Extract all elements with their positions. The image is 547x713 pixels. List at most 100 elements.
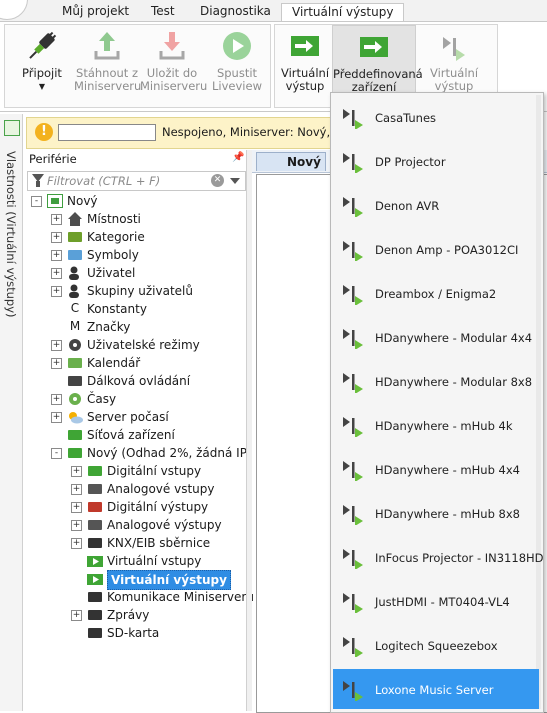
virtual-output-button[interactable]: Virtuální výstup: [278, 25, 332, 93]
device-output-icon: [341, 633, 369, 658]
expand-icon[interactable]: +: [51, 214, 62, 225]
predefined-device-label: HDanywhere - Modular 8x8: [375, 375, 533, 389]
tree-item[interactable]: + Analogové vstupy: [27, 480, 245, 498]
predefined-device-item[interactable]: HDanywhere - Modular 8x8: [333, 361, 539, 401]
virtual-output-icon: [87, 572, 103, 586]
pin-icon[interactable]: 📌: [232, 152, 244, 163]
document-tab[interactable]: Nový: [256, 152, 326, 171]
expand-icon[interactable]: +: [51, 358, 62, 369]
collapse-icon[interactable]: -: [51, 448, 62, 459]
predefined-devices-menu: CasaTunes DP Projector Denon AVR Denon Amp …: [330, 92, 544, 713]
predefined-device-item[interactable]: Loxone Music Server: [333, 669, 539, 709]
predefined-device-item[interactable]: Denon Amp - POA3012CI: [333, 229, 539, 269]
remote-icon: [67, 374, 83, 388]
letter-m-icon: M: [69, 319, 81, 333]
tree-item-label: Nový (Odhad 2%, žádná IP): [87, 446, 252, 460]
predefined-device-item[interactable]: Denon AVR: [333, 185, 539, 225]
expand-icon[interactable]: +: [51, 250, 62, 261]
tree-item[interactable]: + KNX/EIB sběrnice: [27, 534, 245, 552]
predefined-devices-button[interactable]: Předdefinovaná zařízení: [332, 25, 423, 97]
filter-icon-stem: [36, 181, 40, 187]
panel-splitter[interactable]: [246, 150, 252, 711]
tree-item[interactable]: + Kategorie: [27, 228, 245, 246]
predefined-device-item[interactable]: JustHDMI - MT0404-VL4: [333, 581, 539, 621]
predefined-device-label: DP Projector: [375, 155, 446, 169]
expand-icon[interactable]: +: [71, 520, 82, 531]
tree-item[interactable]: Síťová zařízení: [27, 426, 245, 444]
predefined-device-item[interactable]: HDanywhere - mHub 8x8: [333, 493, 539, 533]
tree-item[interactable]: + Kalendář: [27, 354, 245, 372]
filter-input[interactable]: Filtrovat (CTRL + F): [47, 174, 160, 188]
tree-item[interactable]: + Zprávy: [27, 606, 245, 624]
expand-icon[interactable]: +: [71, 502, 82, 513]
tree-item[interactable]: + Uživatelské režimy: [27, 336, 245, 354]
expand-icon[interactable]: +: [51, 394, 62, 405]
tree-item[interactable]: SD-karta: [27, 624, 245, 642]
expand-icon[interactable]: +: [71, 538, 82, 549]
expand-icon[interactable]: +: [71, 610, 82, 621]
tab-virtual-outputs[interactable]: Virtuální výstupy: [281, 3, 405, 23]
chevron-down-icon: ▼: [38, 82, 46, 91]
tree-item[interactable]: + Místnosti: [27, 210, 245, 228]
start-liveview-button[interactable]: Spustit Liveview: [206, 25, 268, 93]
tree-item[interactable]: + Symboly: [27, 246, 245, 264]
tree-item[interactable]: + Uživatel: [27, 264, 245, 282]
tree-item[interactable]: - Nový: [27, 192, 245, 210]
expand-icon[interactable]: +: [71, 466, 82, 477]
tree-item[interactable]: + Digitální vstupy: [27, 462, 245, 480]
tree-item[interactable]: Dálková ovládání: [27, 372, 245, 390]
predefined-device-item[interactable]: InFocus Projector - IN3118HD: [333, 537, 544, 577]
predefined-device-item[interactable]: Logitech Squeezebox: [333, 625, 539, 665]
tree-item-label: Konstanty: [87, 302, 147, 316]
tree-item[interactable]: C Konstanty: [27, 300, 245, 318]
properties-icon: [4, 120, 20, 136]
predefined-device-item[interactable]: HDanywhere - mHub 4x4: [333, 449, 539, 489]
expand-icon[interactable]: +: [51, 340, 62, 351]
predefined-device-item[interactable]: HDanywhere - mHub 4k: [333, 405, 539, 445]
save-to-miniserver-button[interactable]: Uložit do Miniserveru: [140, 25, 207, 93]
tree-item-label: Virtuální vstupy: [107, 554, 202, 568]
chevron-down-icon[interactable]: [230, 178, 240, 184]
device-output-icon: [341, 545, 369, 570]
miniserver-icon: [67, 446, 83, 460]
tree-item[interactable]: + Časy: [27, 390, 245, 408]
digital-input-icon: [87, 464, 103, 478]
device-output-icon: [341, 105, 369, 130]
tab-test[interactable]: Test: [141, 3, 185, 22]
predefined-device-label: CasaTunes: [375, 111, 437, 125]
predefined-device-item[interactable]: DP Projector: [333, 141, 539, 181]
tree-item[interactable]: Virtuální výstupy: [27, 570, 245, 590]
properties-panel-label[interactable]: Vlastnosti (Virtuální výstupy): [4, 151, 18, 327]
expand-icon[interactable]: +: [71, 484, 82, 495]
clear-filter-icon[interactable]: ✕: [211, 174, 224, 187]
download-icon: [90, 29, 124, 63]
download-from-miniserver-button[interactable]: Stáhnout z Miniserveru: [74, 25, 141, 93]
device-output-icon: [341, 501, 369, 526]
tree-item[interactable]: + Server počasí: [27, 408, 245, 426]
tree-item[interactable]: + Analogové výstupy: [27, 516, 245, 534]
collapse-icon[interactable]: -: [31, 196, 42, 207]
tree-item-label: Uživatelské režimy: [87, 338, 200, 352]
app-logo[interactable]: [0, 0, 28, 20]
tree-item[interactable]: Virtuální vstupy: [27, 552, 245, 570]
connect-button[interactable]: Připojit ▼: [14, 25, 70, 93]
search-input[interactable]: [58, 124, 156, 141]
tree-item[interactable]: + Skupiny uživatelů: [27, 282, 245, 300]
expand-icon[interactable]: +: [51, 286, 62, 297]
tree-item[interactable]: + Digitální výstupy: [27, 498, 245, 516]
tab-my-project[interactable]: Můj projekt: [52, 3, 139, 22]
expand-icon[interactable]: +: [51, 268, 62, 279]
predefined-device-item[interactable]: Dreambox / Enigma2: [333, 273, 539, 313]
tree-item[interactable]: M Značky: [27, 318, 245, 336]
tree-item-label: Místnosti: [87, 212, 141, 226]
connection-status-text: Nespojeno, Miniserver: Nový, sou: [162, 125, 355, 139]
tree-item[interactable]: Komunikace Miniserveru: [27, 588, 254, 606]
house-icon: [67, 212, 83, 226]
expand-icon[interactable]: +: [51, 232, 62, 243]
expand-icon[interactable]: +: [51, 412, 62, 423]
predefined-device-item[interactable]: CasaTunes: [333, 97, 539, 137]
tab-diagnostics[interactable]: Diagnostika: [190, 3, 281, 22]
tree-item[interactable]: - Nový (Odhad 2%, žádná IP): [27, 444, 252, 462]
predefined-device-item[interactable]: HDanywhere - Modular 4x4: [333, 317, 539, 357]
filter-box[interactable]: Filtrovat (CTRL + F) ✕: [27, 171, 246, 191]
